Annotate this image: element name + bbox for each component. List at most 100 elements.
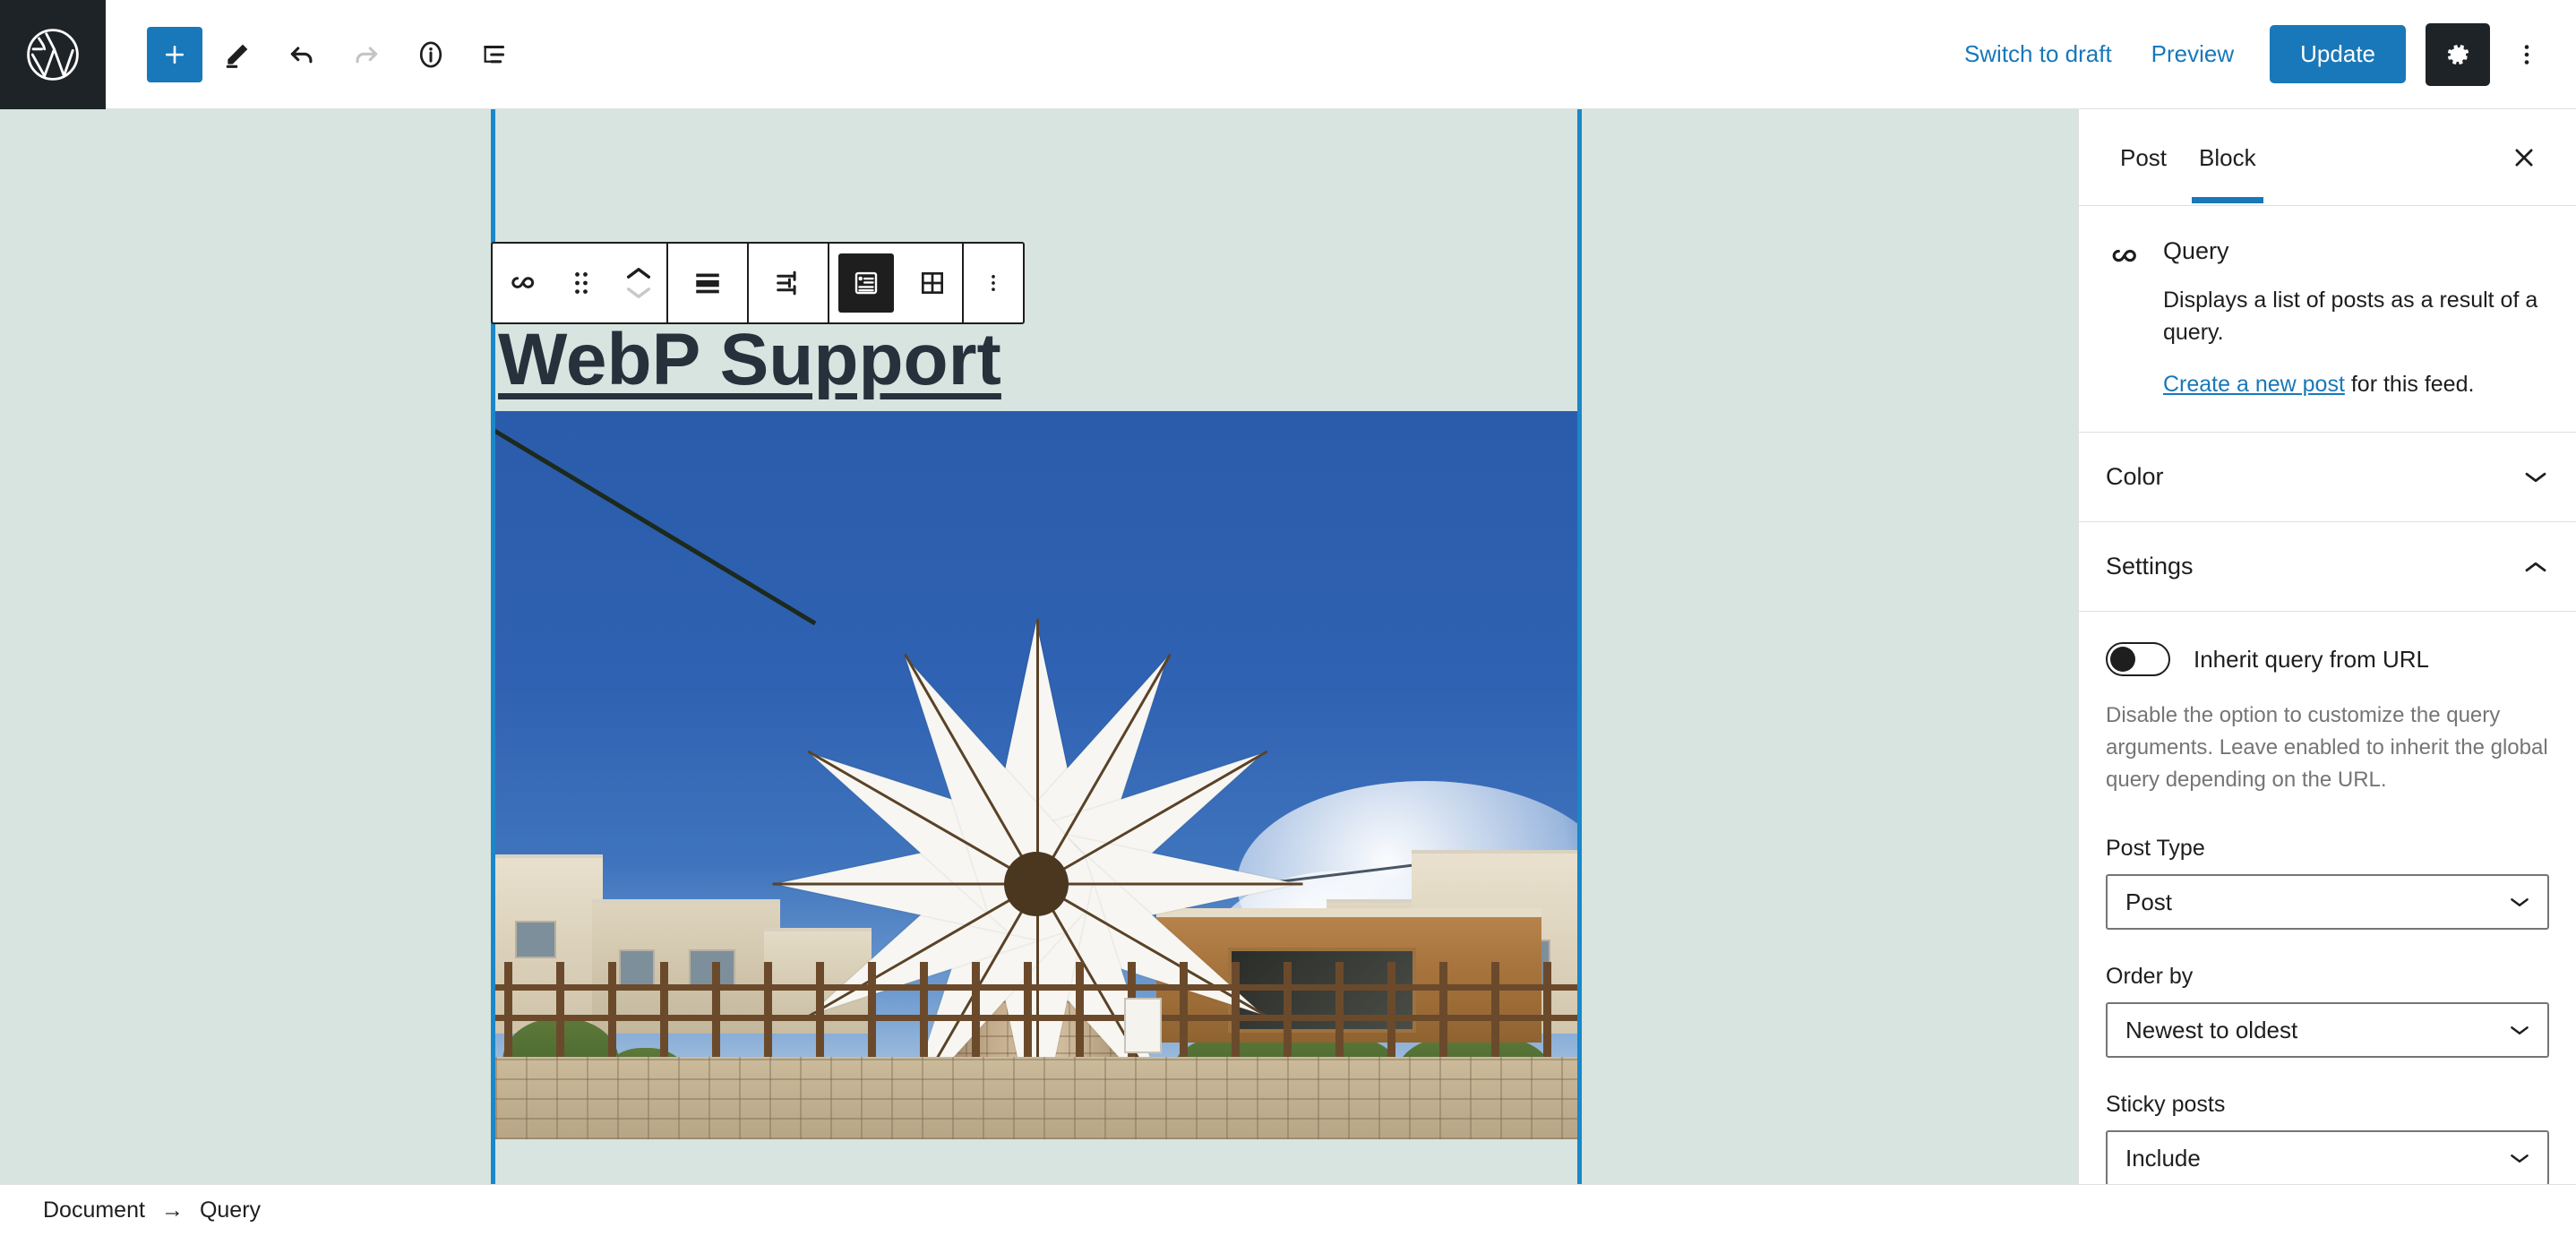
settings-panel-body: Inherit query from URL Disable the optio… bbox=[2079, 612, 2576, 1211]
align-icon[interactable] bbox=[668, 244, 747, 322]
update-button[interactable]: Update bbox=[2270, 25, 2406, 83]
fence-post bbox=[504, 962, 512, 1060]
post-type-label: Post Type bbox=[2106, 836, 2205, 861]
panel-color[interactable]: Color bbox=[2079, 433, 2576, 522]
fence-post bbox=[816, 962, 824, 1060]
fence-post bbox=[1232, 962, 1240, 1060]
breadcrumb-bar: Document → Query bbox=[0, 1184, 2576, 1236]
sliders-icon[interactable] bbox=[749, 244, 828, 322]
chevron-down-icon[interactable] bbox=[623, 283, 654, 303]
post-type-value: Post bbox=[2125, 888, 2173, 915]
add-block-button[interactable] bbox=[147, 26, 202, 82]
feed-suffix-text: for this feed. bbox=[2344, 372, 2475, 397]
stone-wall bbox=[495, 1057, 1577, 1139]
edit-tool-button[interactable] bbox=[208, 25, 267, 84]
breadcrumb-separator-icon: → bbox=[160, 1197, 184, 1223]
block-info-card: Query Displays a list of posts as a resu… bbox=[2079, 206, 2576, 433]
sticky-posts-label: Sticky posts bbox=[2106, 1092, 2226, 1117]
windmill-hub bbox=[1004, 852, 1069, 916]
sticky-posts-select[interactable]: Include bbox=[2106, 1130, 2549, 1186]
query-loop-icon bbox=[2104, 236, 2143, 272]
field-order-by: Order by Newest to oldest bbox=[2106, 964, 2549, 1058]
preview-button[interactable]: Preview bbox=[2132, 26, 2254, 82]
close-x-icon[interactable] bbox=[2497, 131, 2551, 185]
fence-post bbox=[920, 962, 928, 1060]
fence-post bbox=[712, 962, 720, 1060]
chevron-down-icon bbox=[2508, 1023, 2531, 1038]
fence-post bbox=[1387, 962, 1395, 1060]
editor-header: Switch to draft Preview Update bbox=[0, 0, 2576, 109]
fence-post bbox=[1491, 962, 1499, 1060]
undo-button[interactable] bbox=[272, 25, 331, 84]
block-toolbar-group-more bbox=[964, 244, 1023, 322]
editor-canvas[interactable]: WebP Support bbox=[0, 109, 2078, 1211]
post-title[interactable]: WebP Support bbox=[498, 320, 1573, 400]
block-toolbar-group-display bbox=[749, 244, 829, 322]
wordpress-block-editor: Switch to draft Preview Update WebP Supp… bbox=[0, 0, 2576, 1236]
gear-icon[interactable] bbox=[2426, 22, 2490, 86]
inherit-query-help: Disable the option to customize the quer… bbox=[2106, 703, 2548, 792]
field-post-type: Post Type Post bbox=[2106, 836, 2549, 930]
chevron-down-icon bbox=[2508, 1151, 2531, 1166]
fence-post bbox=[1180, 962, 1188, 1060]
fence-post bbox=[1543, 962, 1551, 1060]
fence-post bbox=[556, 962, 564, 1060]
fence-post bbox=[660, 962, 668, 1060]
post-type-select[interactable]: Post bbox=[2106, 874, 2549, 930]
windmill-spar bbox=[1036, 619, 1039, 884]
create-new-post-link[interactable]: Create a new post bbox=[2163, 372, 2345, 397]
tab-block[interactable]: Block bbox=[2183, 112, 2272, 203]
inherit-query-label: Inherit query from URL bbox=[2194, 645, 2429, 673]
windmill-spar bbox=[1037, 882, 1303, 886]
drag-dots-icon[interactable] bbox=[552, 244, 611, 322]
sidebar-tabs: Post Block bbox=[2079, 109, 2576, 206]
chevron-down-icon bbox=[2508, 895, 2531, 910]
header-actions: Switch to draft Preview Update bbox=[1945, 22, 2576, 86]
fence-post bbox=[608, 962, 616, 1060]
breadcrumb-document[interactable]: Document bbox=[43, 1197, 145, 1223]
order-by-label: Order by bbox=[2106, 964, 2194, 989]
panel-settings[interactable]: Settings bbox=[2079, 522, 2576, 612]
fence-post bbox=[1335, 962, 1344, 1060]
windmill-spar bbox=[772, 882, 1038, 886]
redo-button[interactable] bbox=[337, 25, 396, 84]
block-toolbar bbox=[491, 242, 1025, 324]
fence-post bbox=[972, 962, 980, 1060]
notice-sign bbox=[1124, 998, 1162, 1053]
panel-color-title: Color bbox=[2106, 463, 2164, 490]
header-tool-group bbox=[106, 25, 525, 84]
wooden-fence bbox=[495, 962, 1577, 1060]
block-mover bbox=[611, 244, 666, 322]
details-button[interactable] bbox=[401, 25, 460, 84]
sticky-posts-value: Include bbox=[2125, 1144, 2201, 1172]
fence-post bbox=[1076, 962, 1084, 1060]
switch-to-draft-button[interactable]: Switch to draft bbox=[1945, 26, 2132, 82]
list-layout-icon[interactable] bbox=[838, 253, 894, 313]
fence-post bbox=[868, 962, 876, 1060]
breadcrumb-query[interactable]: Query bbox=[200, 1197, 261, 1223]
inherit-query-row: Inherit query from URL bbox=[2106, 642, 2549, 676]
field-sticky-posts: Sticky posts Include bbox=[2106, 1092, 2549, 1186]
wordpress-logo-icon[interactable] bbox=[0, 0, 106, 109]
grid-layout-icon[interactable] bbox=[903, 244, 962, 322]
featured-image[interactable] bbox=[495, 411, 1577, 1139]
kebab-vertical-icon[interactable] bbox=[964, 244, 1023, 322]
chevron-down-icon bbox=[2522, 468, 2549, 486]
block-toolbar-group-align bbox=[668, 244, 749, 322]
fence-post bbox=[764, 962, 772, 1060]
inherit-query-toggle[interactable] bbox=[2106, 642, 2170, 676]
tab-post[interactable]: Post bbox=[2104, 112, 2183, 202]
fence-post bbox=[1439, 962, 1447, 1060]
order-by-select[interactable]: Newest to oldest bbox=[2106, 1002, 2549, 1058]
settings-sidebar: Post Block Query Displays a list of post… bbox=[2078, 109, 2576, 1211]
kebab-vertical-icon[interactable] bbox=[2499, 25, 2555, 84]
chevron-up-icon[interactable] bbox=[623, 263, 654, 283]
toggle-knob bbox=[2110, 647, 2135, 672]
query-loop-icon[interactable] bbox=[493, 244, 552, 322]
list-view-button[interactable] bbox=[466, 25, 525, 84]
chevron-up-icon bbox=[2522, 558, 2549, 576]
panel-settings-title: Settings bbox=[2106, 553, 2194, 579]
block-feed-hint: Create a new post for this feed. bbox=[2104, 372, 2551, 398]
block-title: Query bbox=[2163, 237, 2229, 264]
fence-post bbox=[1024, 962, 1032, 1060]
